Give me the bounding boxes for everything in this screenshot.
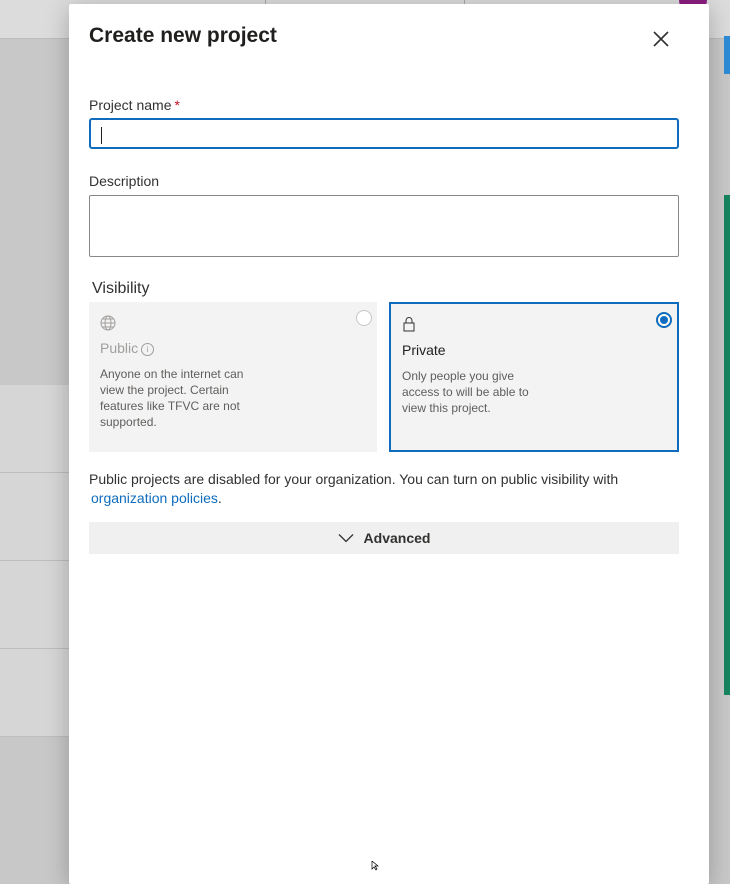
project-name-input[interactable] [89, 118, 679, 149]
background-list [0, 385, 69, 737]
create-project-dialog: Create new project Project name * Descrip… [69, 4, 709, 884]
public-description: Anyone on the internet can view the proj… [100, 367, 244, 429]
project-name-label: Project name * [89, 97, 180, 113]
public-title: Public i [100, 340, 155, 356]
background-accent [724, 36, 730, 74]
list-item [0, 561, 69, 649]
chevron-down-icon [338, 534, 353, 543]
advanced-button[interactable]: Advanced [89, 522, 679, 554]
background-accent [724, 195, 730, 695]
globe-icon [100, 315, 116, 331]
list-item [0, 385, 69, 473]
close-button[interactable] [649, 27, 673, 51]
private-radio[interactable] [656, 312, 672, 328]
dialog-title: Create new project [89, 24, 277, 47]
description-input[interactable] [89, 195, 679, 257]
visibility-note: Public projects are disabled for your or… [89, 471, 619, 506]
advanced-label: Advanced [363, 530, 431, 546]
public-radio[interactable] [356, 310, 372, 326]
description-label: Description [89, 173, 160, 189]
private-description: Only people you give access to will be a… [402, 369, 529, 415]
visibility-option-public[interactable]: Public i Anyone on the internet can view … [89, 302, 377, 452]
close-icon [653, 31, 669, 47]
private-title: Private [402, 342, 446, 358]
info-icon[interactable]: i [141, 342, 155, 356]
required-marker: * [174, 97, 180, 113]
organization-policies-link[interactable]: organization policies [91, 490, 218, 506]
lock-icon [403, 317, 415, 332]
list-item [0, 649, 69, 737]
list-item [0, 473, 69, 561]
text-caret [101, 127, 102, 144]
visibility-label: Visibility [92, 280, 150, 297]
visibility-option-private[interactable]: Private Only people you give access to w… [389, 302, 679, 452]
mouse-pointer-icon [371, 861, 379, 871]
